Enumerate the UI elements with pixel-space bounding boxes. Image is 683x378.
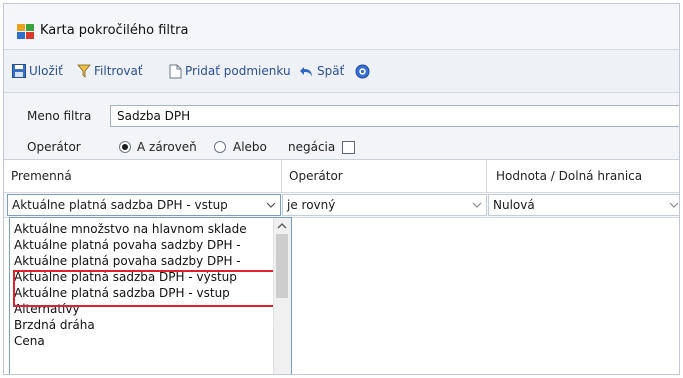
column-header-operator[interactable]: Operátor	[289, 169, 343, 183]
chevron-down-icon[interactable]	[668, 197, 680, 213]
chevron-up-icon[interactable]	[277, 222, 287, 230]
radio-or[interactable]	[214, 141, 226, 153]
radio-and-label[interactable]: A zároveň	[137, 140, 197, 154]
list-item[interactable]: Aktuálne platná povaha sadzby DPH -	[14, 238, 241, 252]
filter-name-label: Meno filtra	[27, 109, 92, 123]
operator-value: je rovný	[287, 198, 336, 212]
toolbar: Uložiť Filtrovať Pridať podmienku Späť	[4, 50, 679, 93]
filter-app-icon	[17, 24, 34, 39]
operator-select[interactable]: je rovný	[282, 194, 487, 216]
column-divider[interactable]	[486, 160, 487, 192]
dropdown-scrollbar[interactable]	[273, 218, 291, 374]
filter-name-input[interactable]	[110, 105, 679, 127]
operator-label: Operátor	[27, 140, 81, 154]
column-header-value[interactable]: Hodnota / Dolná hranica	[496, 169, 642, 183]
add-condition-label: Pridať podmienku	[185, 64, 291, 78]
filter-icon	[77, 64, 91, 78]
radio-or-label[interactable]: Alebo	[233, 140, 267, 154]
variable-value: Aktuálne platná sadzba DPH - vstup	[12, 198, 228, 212]
variable-select[interactable]: Aktuálne platná sadzba DPH - vstup	[7, 194, 281, 216]
title-bar: Karta pokročilého filtra	[4, 4, 679, 50]
filter-label: Filtrovať	[94, 64, 143, 78]
save-button[interactable]: Uložiť	[12, 62, 63, 80]
list-item[interactable]: Brzdná dráha	[14, 318, 95, 332]
highlight-box	[13, 270, 278, 307]
grid-header: Premenná Operátor Hodnota / Dolná hranic…	[4, 160, 679, 193]
column-divider[interactable]	[281, 160, 282, 192]
column-header-variable[interactable]: Premenná	[11, 169, 72, 183]
save-label: Uložiť	[29, 64, 63, 78]
filter-button[interactable]: Filtrovať	[77, 62, 143, 80]
save-icon	[12, 64, 26, 78]
add-condition-button[interactable]: Pridať podmienku	[169, 62, 291, 80]
undo-icon	[300, 66, 312, 77]
filter-window: Karta pokročilého filtra Uložiť Filtrova…	[3, 3, 680, 375]
back-label: Späť	[317, 64, 345, 78]
list-item[interactable]: Aktuálne množstvo na hlavnom sklade	[14, 222, 247, 236]
value-select[interactable]: Nulová	[488, 194, 680, 216]
list-item[interactable]: Cena	[14, 334, 45, 348]
negation-checkbox[interactable]	[342, 141, 355, 154]
radio-and[interactable]	[119, 141, 131, 153]
list-item[interactable]: Aktuálne platná povaha sadzby DPH -	[14, 254, 241, 268]
negation-label: negácia	[288, 140, 336, 154]
scroll-thumb[interactable]	[276, 234, 288, 298]
chevron-down-icon[interactable]	[265, 197, 277, 213]
help-button[interactable]	[355, 62, 370, 80]
value-value: Nulová	[493, 198, 535, 212]
table-row: Aktuálne platná sadzba DPH - vstup je ro…	[4, 193, 679, 218]
filter-form: Meno filtra Operátor A zároveň Alebo neg…	[4, 93, 679, 160]
variable-dropdown-list: Aktuálne množstvo na hlavnom sklade Aktu…	[9, 217, 292, 374]
new-document-icon	[169, 64, 182, 78]
chevron-down-icon[interactable]	[471, 197, 483, 213]
help-icon	[355, 64, 370, 78]
window-title: Karta pokročilého filtra	[40, 23, 189, 38]
back-button[interactable]: Späť	[299, 62, 344, 80]
